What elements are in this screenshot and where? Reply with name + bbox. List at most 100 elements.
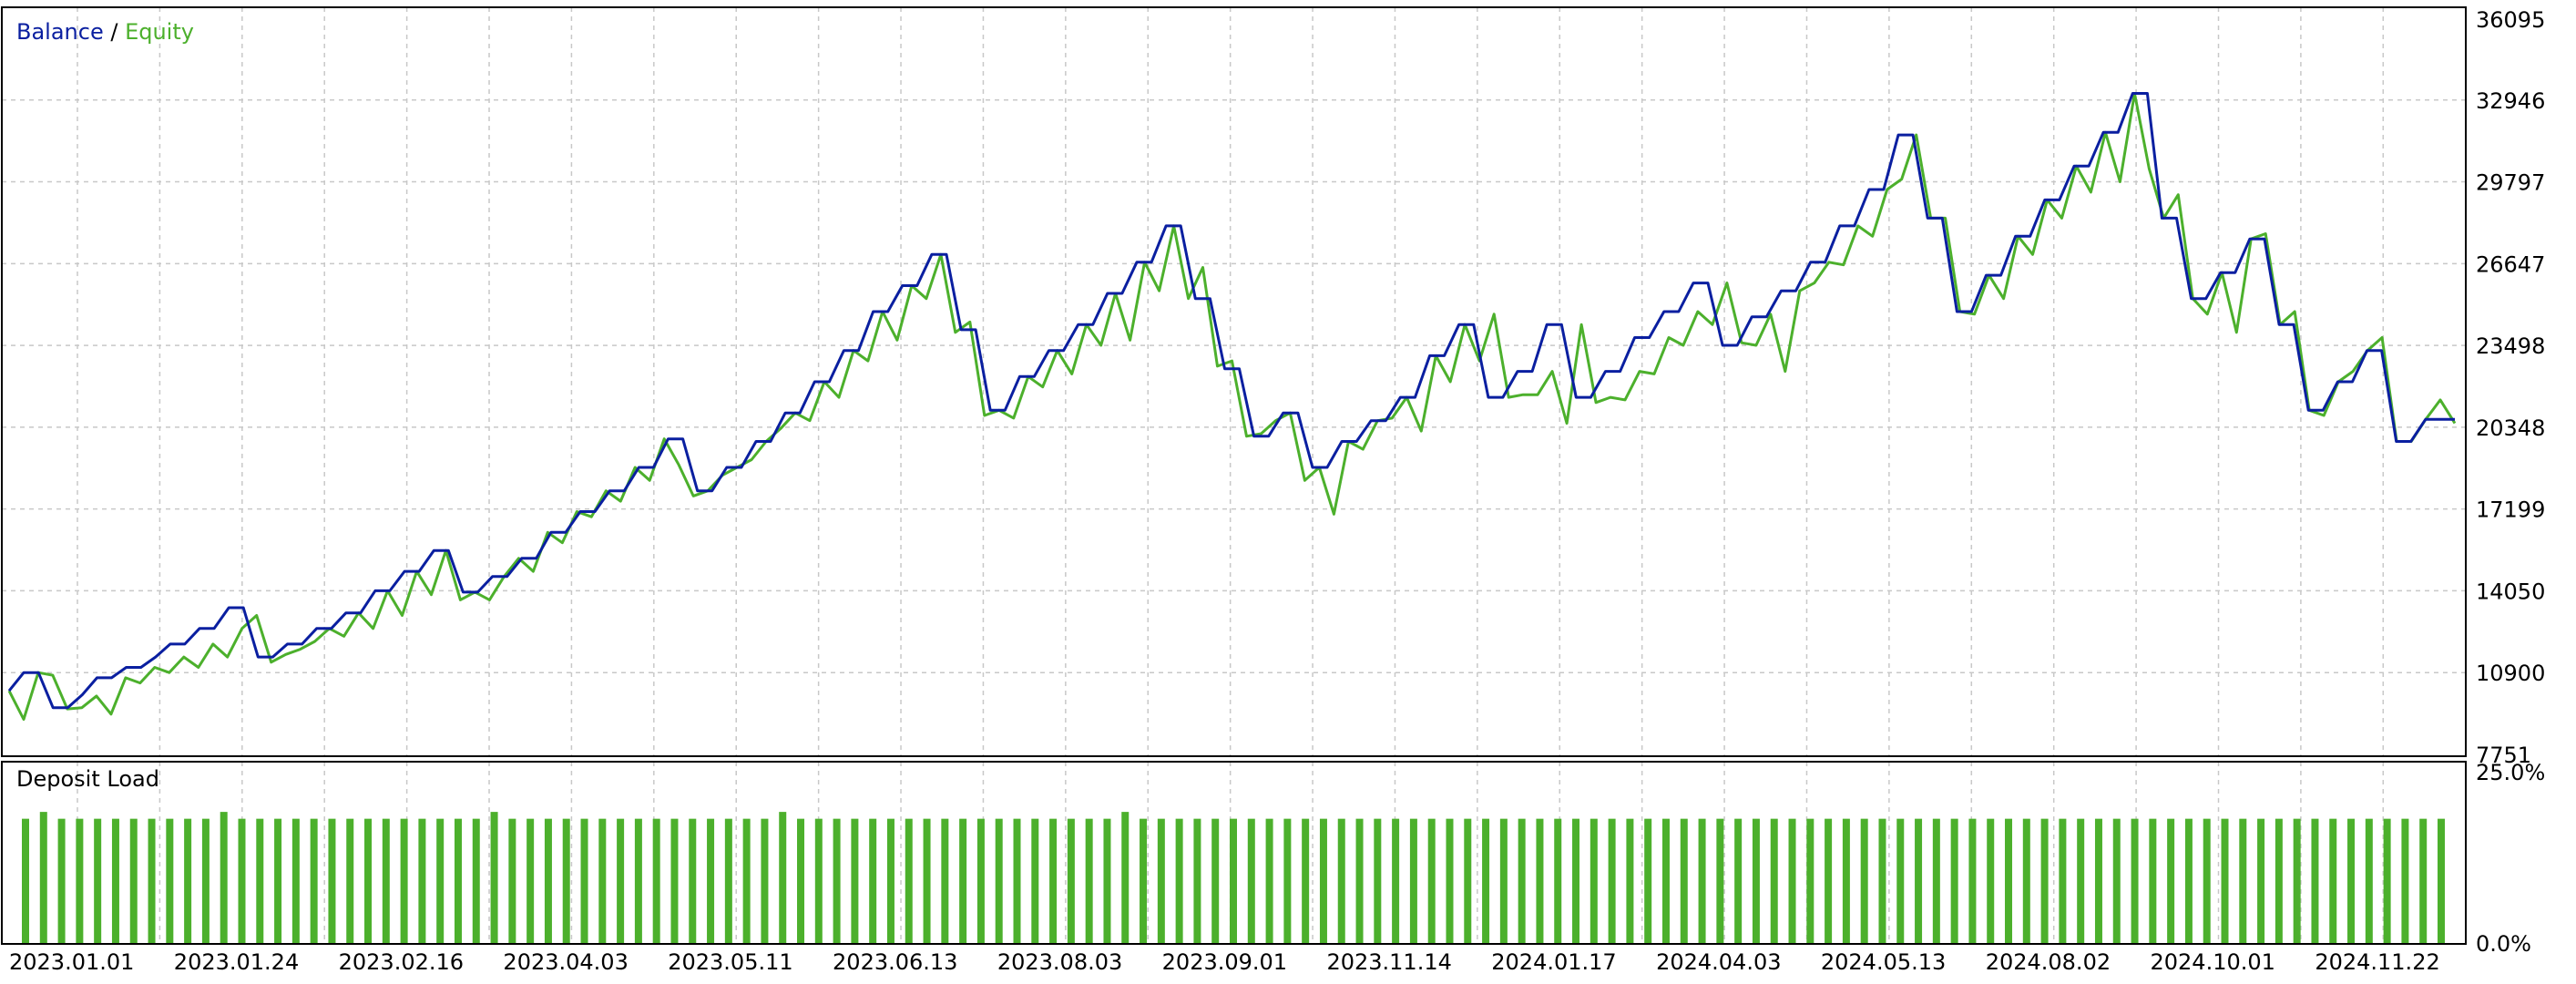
- deposit-load-bar: [976, 818, 985, 944]
- deposit-load-bar: [2184, 818, 2193, 944]
- deposit-load-bar: [2401, 818, 2409, 944]
- deposit-load-bar: [94, 818, 102, 944]
- deposit-load-bar: [1140, 818, 1148, 944]
- deposit-load-bar: [2167, 818, 2175, 944]
- main-y-tick-label: 36095: [2476, 7, 2545, 33]
- deposit-load-bar: [2257, 818, 2265, 944]
- deposit-load-bar: [346, 818, 354, 944]
- main-y-tick-label: 23498: [2476, 333, 2545, 359]
- deposit-load-bar: [1103, 818, 1111, 944]
- main-y-tick-label: 20348: [2476, 415, 2545, 441]
- deposit-load-title: Deposit Load: [16, 766, 159, 792]
- deposit-load-bar: [2077, 818, 2085, 944]
- deposit-load-bars: [22, 812, 2445, 944]
- deposit-load-bar: [418, 818, 426, 944]
- deposit-load-bar: [436, 818, 445, 944]
- deposit-load-bar: [1337, 818, 1345, 944]
- main-y-tick-label: 26647: [2476, 251, 2545, 277]
- x-tick-label: 2023.01.01: [9, 949, 134, 975]
- deposit-load-bar: [2239, 818, 2247, 944]
- x-axis: 2023.01.01 2023.01.24 2023.02.16 2023.04.03…: [9, 949, 2440, 975]
- deposit-load-bar: [1067, 818, 1075, 944]
- main-y-tick-label: 10900: [2476, 661, 2545, 686]
- deposit-load-bar: [1915, 818, 1923, 944]
- equity-line: [7, 92, 2457, 721]
- deposit-load-bar: [1896, 818, 1905, 944]
- x-tick-label: 2023.02.16: [339, 949, 464, 975]
- deposit-load-bar: [1121, 812, 1130, 944]
- deposit-load-bar: [833, 818, 841, 944]
- deposit-load-bar: [634, 818, 642, 944]
- deposit-load-bar: [1554, 818, 1562, 944]
- deposit-load-bar: [1157, 818, 1165, 944]
- deposit-load-bar: [814, 818, 823, 944]
- deposit-load-bar: [580, 818, 588, 944]
- deposit-load-bar: [1608, 818, 1616, 944]
- deposit-load-bar: [2203, 818, 2211, 944]
- deposit-load-bar: [111, 818, 119, 944]
- deposit-load-bar: [2419, 818, 2428, 944]
- deposit-load-bar: [1987, 818, 1995, 944]
- deposit-load-bar: [2329, 818, 2337, 944]
- deposit-load-bar: [1427, 818, 1436, 944]
- deposit-load-bar: [220, 812, 228, 944]
- main-y-tick-label: 29797: [2476, 170, 2545, 196]
- deposit-load-bar: [1193, 818, 1201, 944]
- deposit-load-bar: [1230, 818, 1237, 944]
- deposit-load-bar: [2112, 818, 2121, 944]
- deposit-load-bar: [617, 818, 625, 944]
- deposit-load-bar: [652, 818, 660, 944]
- x-tick-label: 2024.01.17: [1491, 949, 1616, 975]
- deposit-load-bar: [508, 818, 516, 944]
- deposit-load-bar: [1661, 818, 1670, 944]
- deposit-load-bar: [562, 818, 570, 944]
- deposit-load-bar: [184, 818, 192, 944]
- deposit-load-bar: [1806, 818, 1814, 944]
- deposit-load-bar: [886, 818, 894, 944]
- x-tick-label: 2023.01.24: [174, 949, 299, 975]
- deposit-load-bar: [707, 818, 715, 944]
- deposit-load-bar: [22, 818, 29, 944]
- deposit-load-bar: [472, 818, 480, 944]
- deposit-load-bar: [76, 818, 84, 944]
- legend-balance: Balance: [16, 19, 104, 45]
- deposit-load-bar: [1860, 818, 1868, 944]
- deposit-load-bar: [1175, 818, 1183, 944]
- main-y-axis: 36095 32946 29797 26647 23498 20348 17199 14050…: [2476, 7, 2545, 768]
- deposit-load-bar: [1464, 818, 1472, 944]
- deposit-load-bar: [923, 818, 931, 944]
- deposit-load-bar: [364, 818, 373, 944]
- deposit-load-bar: [1590, 818, 1598, 944]
- deposit-load-bar: [2438, 818, 2445, 944]
- deposit-load-bar: [291, 818, 300, 944]
- deposit-load-bar: [129, 818, 138, 944]
- deposit-load-bar: [1698, 818, 1706, 944]
- load-y-tick-label: 0.0%: [2476, 931, 2531, 957]
- x-tick-label: 2024.04.03: [1656, 949, 1781, 975]
- load-y-axis: 25.0% 0.0%: [2476, 760, 2545, 957]
- main-y-tick-label: 14050: [2476, 579, 2545, 604]
- deposit-load-bar: [2347, 818, 2356, 944]
- deposit-load-bar: [544, 818, 552, 944]
- deposit-load-bar: [1626, 818, 1634, 944]
- deposit-load-bar: [670, 818, 679, 944]
- load-y-tick-label: 25.0%: [2476, 760, 2545, 785]
- deposit-load-bar: [1680, 818, 1688, 944]
- deposit-load-bar: [2149, 818, 2157, 944]
- deposit-load-bar: [1409, 818, 1417, 944]
- deposit-load-bar: [2293, 818, 2301, 944]
- deposit-load-bar: [2383, 818, 2391, 944]
- deposit-load-bar: [598, 818, 607, 944]
- deposit-load-bar: [2311, 818, 2319, 944]
- deposit-load-bar: [1392, 818, 1400, 944]
- deposit-load-bar: [1211, 818, 1220, 944]
- deposit-load-bar: [1031, 818, 1039, 944]
- deposit-load-bar: [1085, 818, 1093, 944]
- deposit-load-bar: [1878, 818, 1886, 944]
- deposit-load-bar: [1319, 818, 1327, 944]
- deposit-load-bar: [1302, 818, 1310, 944]
- deposit-load-bar: [2274, 818, 2283, 944]
- deposit-load-bar: [1734, 818, 1743, 944]
- deposit-load-bar: [995, 818, 1003, 944]
- deposit-load-bar: [2005, 818, 2013, 944]
